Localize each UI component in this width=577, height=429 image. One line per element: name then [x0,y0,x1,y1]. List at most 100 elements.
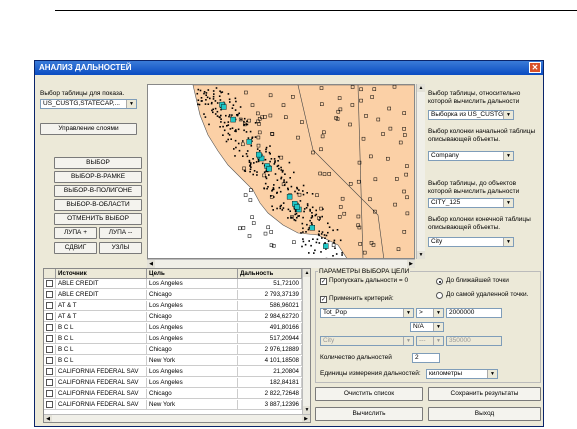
pan-button[interactable]: СДВИГ [54,242,97,254]
customer-point [216,102,219,104]
table-select-label: Выбор таблицы для показа. [40,90,125,97]
map-view[interactable] [147,84,415,259]
table-row[interactable]: CALIFORNIA FEDERAL SAV Los Angeles 21,2080… [44,367,302,377]
table-row[interactable]: B C L New York 4 101,18508 [44,356,302,366]
scroll-down-icon[interactable]: ▼ [303,406,310,414]
customer-point [205,99,207,101]
table-row[interactable]: ABLE CREDIT Los Angeles 51,72100 [44,279,302,289]
table-row[interactable]: CALIFORNIA FEDERAL SAV Chicago 2 822,72648 [44,389,302,399]
row-checkbox[interactable] [46,346,53,353]
row-checkbox[interactable] [46,401,53,408]
select-in-frame-button[interactable]: ВЫБОР-В-РАМКЕ [54,171,142,183]
source-table-select[interactable]: Выборка из US_CUSTG ▼ [428,110,514,120]
save-results-button[interactable]: Сохранить результаты [428,387,541,401]
exit-button[interactable]: Выход [428,407,541,421]
table-row[interactable]: ABLE CREDIT Chicago 2 793,37139 [44,290,302,300]
customer-point [251,136,254,139]
scroll-left-icon[interactable]: ◀ [147,260,155,268]
criteria-op2-select[interactable]: --- ▼ [416,336,444,346]
customer-point [327,231,329,234]
customer-point [213,93,215,95]
row-checkbox[interactable] [46,280,53,287]
row-checkbox[interactable] [46,368,53,375]
start-column-select[interactable]: Company ▼ [428,151,514,161]
table-row[interactable]: AT & T Chicago 2 984,62720 [44,312,302,322]
scroll-down-icon[interactable]: ▼ [417,251,425,259]
dest-table-select[interactable]: CITY_125 ▼ [428,198,514,208]
farthest-radio[interactable] [436,292,443,299]
chevron-down-icon: ▼ [433,309,443,317]
table-row[interactable]: CALIFORNIA FEDERAL SAV Los Angeles 182,841… [44,378,302,388]
row-checkbox[interactable] [46,302,53,309]
row-checkbox[interactable] [46,291,53,298]
map-vertical-scrollbar[interactable]: ▲ ▼ [416,84,425,259]
cell-distance: 182,84181 [238,378,302,388]
customer-point [277,160,279,162]
units-select[interactable]: километры ▼ [426,369,498,379]
header-target[interactable]: Цель [147,269,238,279]
customer-point [287,217,289,219]
scroll-right-icon[interactable]: ▶ [302,415,310,422]
customer-point [249,170,251,173]
header-distance[interactable]: Дальность [238,269,302,279]
nearest-radio[interactable] [436,278,443,285]
select-in-polygon-button[interactable]: ВЫБОР-В-ПОЛИГОНЕ [54,185,142,197]
end-column-select[interactable]: City ▼ [428,237,514,247]
table-row[interactable]: B C L Chicago 2 976,12889 [44,345,302,355]
zoom-in-button[interactable]: ЛУПА + [54,227,97,239]
select-in-region-button[interactable]: ВЫБОР-В-ОБЛАСТИ [54,199,142,211]
table-row[interactable]: B C L Los Angeles 517,20944 [44,334,302,344]
map-horizontal-scrollbar[interactable]: ◀ ▶ [147,259,415,268]
row-checkbox[interactable] [46,357,53,364]
customer-point [276,207,278,210]
header-source[interactable]: Источник [56,269,147,279]
customer-point [282,207,285,209]
selected-point [246,139,253,145]
customer-point [250,166,252,168]
customer-point [335,253,338,255]
scroll-up-icon[interactable]: ▲ [417,84,425,92]
criteria-value2-input[interactable]: 350000 [446,336,502,346]
clear-list-button[interactable]: Очистить список [315,387,423,401]
row-checkbox[interactable] [46,335,53,342]
select-button[interactable]: ВЫБОР [54,157,142,169]
criteria-logic-select[interactable]: N/A ▼ [410,322,444,332]
criteria-op1-select[interactable]: > ▼ [416,308,444,318]
cell-distance: 2 976,12889 [238,345,302,355]
apply-criteria-checkbox[interactable]: ✓ [320,296,327,303]
grid-vertical-scrollbar[interactable]: ▲ ▼ [302,269,310,414]
criteria-field2-select[interactable]: City ▼ [320,336,414,346]
compute-button[interactable]: Вычислить [315,407,423,421]
customer-point [255,161,258,163]
scroll-up-icon[interactable]: ▲ [303,269,310,277]
table-select[interactable]: US_CUSTG,STATECAP,... ▼ [40,99,137,109]
scroll-left-icon[interactable]: ◀ [44,415,52,422]
close-button[interactable]: ✕ [529,62,541,73]
row-checkbox[interactable] [46,324,53,331]
nodes-button[interactable]: УЗЛЫ [99,242,142,254]
customer-point [198,103,201,106]
scroll-right-icon[interactable]: ▶ [407,260,415,268]
customer-point [216,110,219,113]
table-row[interactable]: AT & T Los Angeles 586,96021 [44,301,302,311]
california-map [148,85,414,258]
criteria-value1-input[interactable]: 2000000 [446,308,502,318]
units-value: километры [429,370,463,377]
chevron-down-icon: ▼ [433,337,443,345]
row-checkbox[interactable] [46,313,53,320]
grid-horizontal-scrollbar[interactable]: ◀ ▶ [44,414,310,422]
criteria-field1-select[interactable]: Tot_Pop ▼ [320,308,414,318]
cancel-selection-button[interactable]: ОТМЕНИТЬ ВЫБОР [54,213,142,225]
manage-layers-button[interactable]: Управление слоями [40,123,137,135]
row-checkbox[interactable] [46,379,53,386]
chevron-down-icon: ▼ [503,238,513,246]
row-checkbox[interactable] [46,390,53,397]
count-input[interactable]: 2 [412,353,440,363]
customer-point [320,233,323,235]
zoom-out-button[interactable]: ЛУПА -- [99,227,142,239]
table-row[interactable]: B C L Los Angeles 491,80166 [44,323,302,333]
skip-zero-checkbox[interactable]: ✓ [320,278,327,285]
selected-point [230,116,236,123]
nearest-label: До ближайшей точки [446,277,509,284]
table-row[interactable]: CALIFORNIA FEDERAL SAV New York 3 887,1239… [44,400,302,410]
